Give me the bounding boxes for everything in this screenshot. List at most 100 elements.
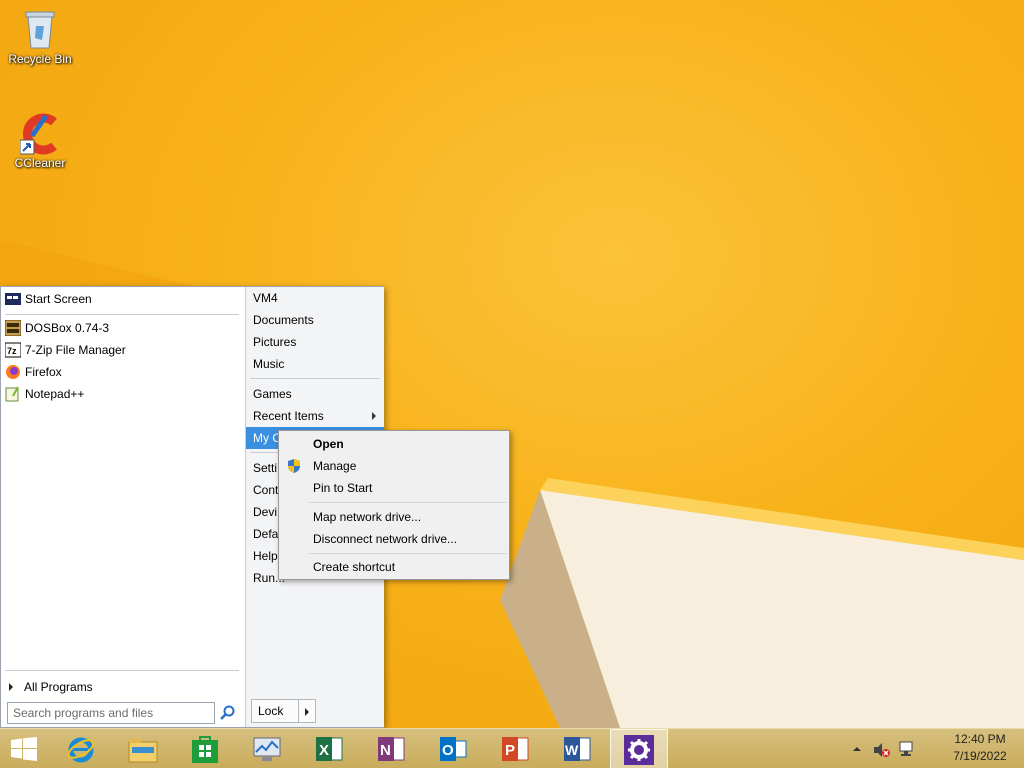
- place-label: Help: [253, 549, 278, 563]
- all-programs-button[interactable]: All Programs: [5, 677, 93, 697]
- onenote-icon: N: [378, 737, 405, 761]
- taskbar-app-store[interactable]: [176, 729, 234, 768]
- start-place-vm4[interactable]: VM4: [246, 287, 384, 309]
- clock-time: 12:40 PM: [954, 732, 1006, 746]
- svg-text:X: X: [319, 742, 329, 759]
- context-menu: Open Manage Pin to Start Map network dri…: [278, 430, 510, 580]
- lock-label: Lock: [258, 704, 284, 718]
- desktop-icon-ccleaner[interactable]: CCleaner: [2, 110, 78, 170]
- taskbar-app-resource-monitor[interactable]: [238, 729, 296, 768]
- all-programs-label: All Programs: [24, 680, 93, 694]
- outlook-icon: O: [440, 737, 467, 761]
- place-label: Pictures: [253, 335, 297, 349]
- divider: [5, 670, 239, 671]
- desktop-icon-label: Recycle Bin: [8, 52, 72, 66]
- place-label: Setti: [253, 461, 278, 475]
- svg-text:O: O: [442, 742, 454, 759]
- start-item-label: Start Screen: [25, 292, 92, 306]
- start-place-music[interactable]: Music: [246, 353, 384, 375]
- search-input[interactable]: [7, 702, 215, 724]
- start-place-pictures[interactable]: Pictures: [246, 331, 384, 353]
- start-item-7zip[interactable]: 7z 7-Zip File Manager: [1, 339, 241, 361]
- desktop-icon-label: CCleaner: [14, 156, 66, 170]
- place-label: Cont: [253, 483, 279, 497]
- place-label: VM4: [253, 291, 278, 305]
- start-item-firefox[interactable]: Firefox: [1, 361, 241, 383]
- start-menu-programs-pane: Start Screen DOSBox 0.74-3 7z 7-Zip File…: [1, 287, 245, 727]
- svg-text:7z: 7z: [7, 346, 17, 356]
- store-icon: [192, 736, 218, 763]
- taskbar-app-settings[interactable]: [610, 729, 668, 768]
- dosbox-icon: [4, 319, 22, 337]
- context-item-label: Pin to Start: [313, 481, 373, 495]
- context-item-pin-to-start[interactable]: Pin to Start: [281, 477, 507, 499]
- taskbar-app-onenote[interactable]: N: [362, 729, 420, 768]
- lock-button[interactable]: Lock: [251, 699, 299, 723]
- context-item-label: Map network drive...: [313, 510, 422, 524]
- start-item-label: Firefox: [25, 365, 62, 379]
- file-explorer-icon: [128, 739, 158, 763]
- chevron-up-icon: [853, 747, 861, 751]
- uac-shield-icon: [286, 458, 302, 474]
- start-item-label: Notepad++: [25, 387, 85, 401]
- start-place-games[interactable]: Games: [246, 383, 384, 405]
- place-label: Music: [253, 357, 285, 371]
- context-item-label: Manage: [313, 459, 357, 473]
- clock-date: 7/19/2022: [953, 749, 1007, 763]
- place-label: Devi: [253, 505, 278, 519]
- ccleaner-icon: [19, 110, 60, 155]
- context-item-label: Disconnect network drive...: [313, 532, 458, 546]
- show-hidden-icons-button[interactable]: [850, 743, 864, 755]
- word-icon: W: [564, 737, 591, 761]
- svg-text:N: N: [380, 742, 391, 759]
- taskbar-app-file-explorer[interactable]: [114, 729, 172, 768]
- taskbar-clock[interactable]: 12:40 PM 7/19/2022: [940, 731, 1020, 765]
- start-item-start-screen[interactable]: Start Screen: [1, 288, 241, 310]
- taskbar-app-powerpoint[interactable]: P: [486, 729, 544, 768]
- taskbar-app-internet-explorer[interactable]: [52, 729, 110, 768]
- context-item-open[interactable]: Open: [281, 433, 507, 455]
- monitor-icon: [253, 737, 281, 761]
- context-item-create-shortcut[interactable]: Create shortcut: [281, 556, 507, 578]
- network-icon[interactable]: [896, 740, 916, 758]
- start-item-notepadpp[interactable]: Notepad++: [1, 383, 241, 405]
- taskbar-app-excel[interactable]: X: [300, 729, 358, 768]
- search-icon[interactable]: [219, 704, 237, 722]
- recycle-bin-icon: [20, 6, 60, 50]
- context-item-map-network-drive[interactable]: Map network drive...: [281, 506, 507, 528]
- power-options-arrow-button[interactable]: [298, 699, 316, 723]
- place-label: Defa: [253, 527, 279, 541]
- firefox-icon: [5, 364, 21, 380]
- excel-icon: X: [316, 737, 343, 761]
- 7zip-icon: 7z: [4, 342, 22, 358]
- divider: [5, 314, 239, 315]
- context-item-label: Open: [313, 437, 344, 451]
- start-place-recent-items[interactable]: Recent Items: [246, 405, 384, 427]
- start-item-label: DOSBox 0.74-3: [25, 321, 110, 335]
- context-item-manage[interactable]: Manage: [281, 455, 507, 477]
- chevron-right-icon: [372, 412, 376, 420]
- svg-text:W: W: [565, 742, 579, 758]
- svg-text:P: P: [505, 742, 515, 759]
- divider: [250, 378, 380, 379]
- notepadpp-icon: [5, 386, 21, 402]
- divider: [309, 502, 507, 503]
- taskbar-app-outlook[interactable]: O: [424, 729, 482, 768]
- divider: [309, 553, 507, 554]
- gear-icon: [624, 735, 654, 765]
- chevron-right-icon: [9, 683, 13, 691]
- context-item-disconnect-network-drive[interactable]: Disconnect network drive...: [281, 528, 507, 550]
- place-label: Games: [253, 387, 292, 401]
- volume-muted-icon[interactable]: [872, 741, 892, 759]
- start-item-dosbox[interactable]: DOSBox 0.74-3: [1, 317, 241, 339]
- place-label: Recent Items: [253, 409, 324, 423]
- start-button[interactable]: [0, 729, 48, 768]
- powerpoint-icon: P: [502, 737, 529, 761]
- windows-logo-icon: [11, 737, 37, 761]
- start-place-documents[interactable]: Documents: [246, 309, 384, 331]
- place-label: My C: [253, 431, 281, 445]
- taskbar-app-word[interactable]: W: [548, 729, 606, 768]
- place-label: Documents: [253, 313, 314, 327]
- start-item-label: 7-Zip File Manager: [25, 343, 126, 357]
- desktop-icon-recycle-bin[interactable]: Recycle Bin: [2, 6, 78, 66]
